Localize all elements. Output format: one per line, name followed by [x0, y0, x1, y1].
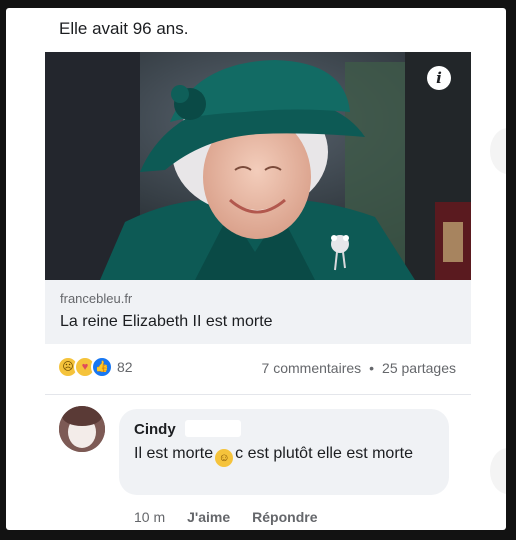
link-preview[interactable]: francebleu.fr La reine Elizabeth II est … — [45, 280, 471, 344]
background-shape — [490, 448, 506, 494]
comments-count[interactable]: 7 commentaires — [262, 360, 362, 376]
avatar-image — [59, 406, 105, 452]
comment-text-after: c est plutôt elle est morte — [235, 445, 413, 462]
comment-text: Il est morte ☺ c est plutôt elle est morte — [134, 442, 439, 467]
comment-bubble: Cindy Il est morte ☺ c est plutôt elle est… — [119, 409, 449, 495]
link-preview-image[interactable]: i — [45, 52, 471, 280]
comment-time: 10 m — [134, 509, 166, 525]
reaction-count: 82 — [117, 359, 133, 375]
post-text: Elle avait 96 ans. — [59, 19, 189, 38]
crazy-face-emoji-icon: ☺ — [215, 449, 234, 467]
reaction-summary[interactable]: ☹ ♥ 👍 82 — [57, 356, 133, 378]
like-comment-button[interactable]: J'aime — [187, 509, 230, 525]
engagement-stats: 7 commentaires • 25 partages — [262, 360, 456, 376]
reply-comment-button[interactable]: Répondre — [252, 509, 317, 525]
comment-text-before: Il est morte — [134, 445, 214, 462]
facebook-post-card: Elle avait 96 ans. i francebleu.fr La re… — [6, 8, 506, 530]
redacted-name — [185, 420, 241, 437]
info-icon[interactable]: i — [427, 66, 451, 90]
background-shape — [490, 128, 506, 174]
shares-count[interactable]: 25 partages — [382, 360, 456, 376]
portrait-photo — [45, 52, 471, 280]
comment-author[interactable]: Cindy — [134, 421, 176, 438]
divider — [45, 394, 471, 395]
stats-separator: • — [369, 360, 375, 376]
link-domain: francebleu.fr — [60, 291, 133, 306]
avatar[interactable] — [59, 406, 105, 452]
link-title[interactable]: La reine Elizabeth II est morte — [60, 313, 273, 331]
like-react-icon: 👍 — [91, 356, 113, 378]
comment-actions: 10 m J'aime Répondre — [134, 509, 318, 525]
